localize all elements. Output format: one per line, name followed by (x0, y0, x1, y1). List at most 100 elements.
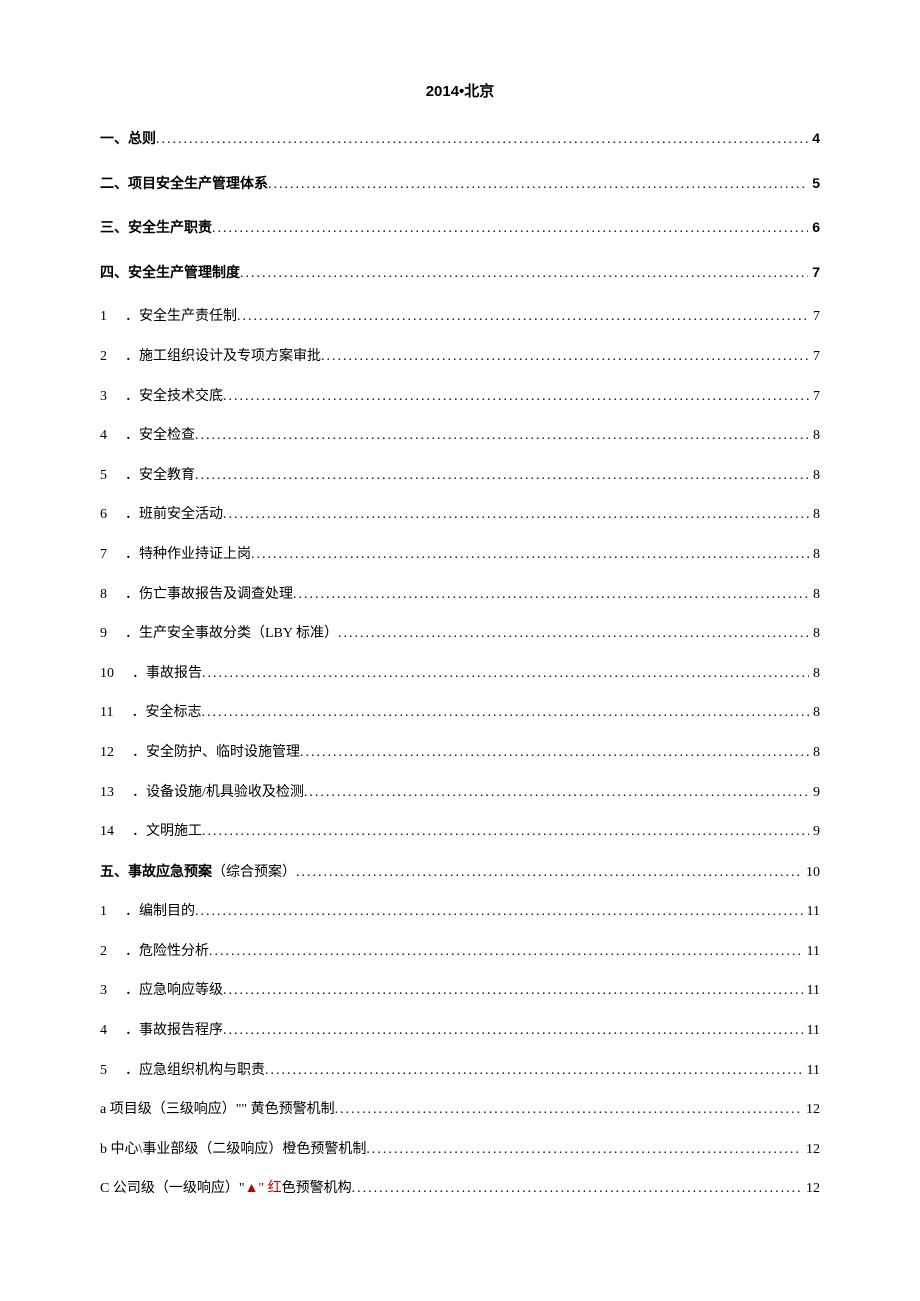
toc-page: 9 (809, 783, 820, 803)
toc-entry: 1．安全生产责任制7 (100, 307, 820, 327)
toc-label: ．伤亡事故报告及调查处理 (125, 585, 293, 605)
toc-number: 1 (100, 902, 107, 922)
toc-label: ．班前安全活动 (125, 505, 223, 525)
toc-entry: 4．事故报告程序11 (100, 1021, 820, 1041)
toc-label: ．安全教育 (125, 466, 195, 486)
toc-label: ．危险性分析 (125, 942, 209, 962)
toc-number: 3 (100, 981, 107, 1001)
toc-page: 6 (808, 218, 820, 238)
toc-number: 7 (100, 545, 107, 565)
toc-page: 7 (809, 387, 820, 407)
toc-leader (251, 545, 809, 565)
toc-number: 2 (100, 347, 107, 367)
toc-page: 8 (809, 703, 820, 723)
toc-entry: 8．伤亡事故报告及调查处理8 (100, 585, 820, 605)
toc-entry: 5 ．应急组织机构与职责 11 (100, 1061, 820, 1081)
toc-leader (223, 1021, 803, 1041)
toc-page: 10 (802, 863, 820, 883)
toc-page: 11 (803, 1061, 820, 1081)
toc-number: 2 (100, 942, 107, 962)
toc-leader (304, 783, 809, 803)
toc-label: ．特种作业持证上岗 (125, 545, 251, 565)
toc-page: 8 (809, 545, 820, 565)
toc-page: 12 (802, 1100, 820, 1120)
toc-number: 14 (100, 822, 114, 842)
toc-page: 11 (803, 942, 820, 962)
toc-page: 9 (809, 822, 820, 842)
toc-page: 4 (808, 129, 820, 149)
toc-number: 5 (100, 1061, 107, 1081)
toc-leader (321, 347, 809, 367)
toc-entry: 3．应急响应等级11 (100, 981, 820, 1001)
toc-label: ．安全标志 (131, 703, 201, 723)
toc-label: ．安全检查 (125, 426, 195, 446)
toc-page: 12 (802, 1140, 820, 1160)
toc-page: 8 (809, 426, 820, 446)
toc-label: 二、项目安全生产管理体系 (100, 174, 268, 194)
toc-page: 5 (808, 174, 820, 194)
toc-leader (338, 624, 809, 644)
table-of-contents: 一、总则4二、项目安全生产管理体系5三、安全生产职责6四、安全生产管理制度71．… (100, 129, 820, 1199)
toc-label: C 公司级（一级响应）"▲" 红色预警机构 (100, 1179, 352, 1199)
toc-page: 8 (809, 624, 820, 644)
toc-label: ．设备设施/机具验收及检测 (132, 783, 304, 803)
toc-number: 4 (100, 426, 107, 446)
toc-leader (202, 822, 809, 842)
toc-leader (195, 426, 809, 446)
toc-entry: 五、事故应急预案（综合预案） 10 (100, 862, 820, 883)
toc-entry: 10 ．事故报告 8 (100, 664, 820, 684)
toc-entry: C 公司级（一级响应）"▲" 红色预警机构 12 (100, 1179, 820, 1199)
toc-label: ．安全生产责任制 (125, 307, 237, 327)
toc-label: ．施工组织设计及专项方案审批 (125, 347, 321, 367)
toc-leader (335, 1100, 802, 1120)
toc-label: ．事故报告 (132, 664, 202, 684)
toc-entry: 14 ．文明施工 9 (100, 822, 820, 842)
toc-label: b 中心\事业部级（二级响应）橙色预警机制 (100, 1140, 366, 1160)
toc-leader (201, 703, 809, 723)
toc-label: ．编制目的 (125, 902, 195, 922)
toc-entry: 6．班前安全活动8 (100, 505, 820, 525)
toc-page: 11 (803, 1021, 820, 1041)
toc-entry: 4 ．安全检查 8 (100, 426, 820, 446)
toc-label: ．安全技术交底 (125, 387, 223, 407)
toc-leader (296, 863, 802, 883)
toc-entry: 一、总则 4 (100, 129, 820, 150)
toc-label: 一、总则 (100, 129, 156, 149)
toc-number: 13 (100, 783, 114, 803)
toc-page: 11 (803, 902, 820, 922)
toc-leader (223, 387, 809, 407)
toc-label: ．生产安全事故分类（LBY 标准） (125, 624, 338, 644)
toc-label: ．文明施工 (132, 822, 202, 842)
toc-number: 9 (100, 624, 107, 644)
toc-page: 8 (809, 664, 820, 684)
toc-leader (212, 219, 808, 239)
toc-entry: 3．安全技术交底7 (100, 387, 820, 407)
toc-leader (223, 981, 803, 1001)
toc-page: 8 (809, 466, 820, 486)
toc-leader (240, 264, 808, 284)
toc-label: ．应急组织机构与职责 (125, 1061, 265, 1081)
toc-page: 8 (809, 743, 820, 763)
toc-leader (300, 743, 809, 763)
toc-leader (195, 902, 803, 922)
toc-leader (202, 664, 809, 684)
toc-label: ．应急响应等级 (125, 981, 223, 1001)
toc-number: 10 (100, 664, 114, 684)
toc-label: ．事故报告程序 (125, 1021, 223, 1041)
toc-entry: 7 ．特种作业持证上岗 8 (100, 545, 820, 565)
toc-entry: 2 ．施工组织设计及专项方案审批 7 (100, 347, 820, 367)
toc-label: 五、事故应急预案（综合预案） (100, 862, 296, 883)
toc-leader (209, 942, 803, 962)
toc-entry: 12．安全防护、临时设施管理8 (100, 743, 820, 763)
toc-page: 7 (809, 347, 820, 367)
toc-number: 1 (100, 307, 107, 327)
toc-page: 12 (802, 1179, 820, 1199)
toc-page: 8 (809, 585, 820, 605)
toc-entry: 13 ．设备设施/机具验收及检测 9 (100, 783, 820, 803)
toc-entry: 四、安全生产管理制度7 (100, 263, 820, 284)
toc-entry: 9 ．生产安全事故分类（LBY 标准） 8 (100, 624, 820, 644)
toc-entry: 5．安全教育8 (100, 466, 820, 486)
document-header: 2014•北京 (100, 80, 820, 101)
toc-leader (237, 307, 809, 327)
toc-leader (156, 130, 808, 150)
